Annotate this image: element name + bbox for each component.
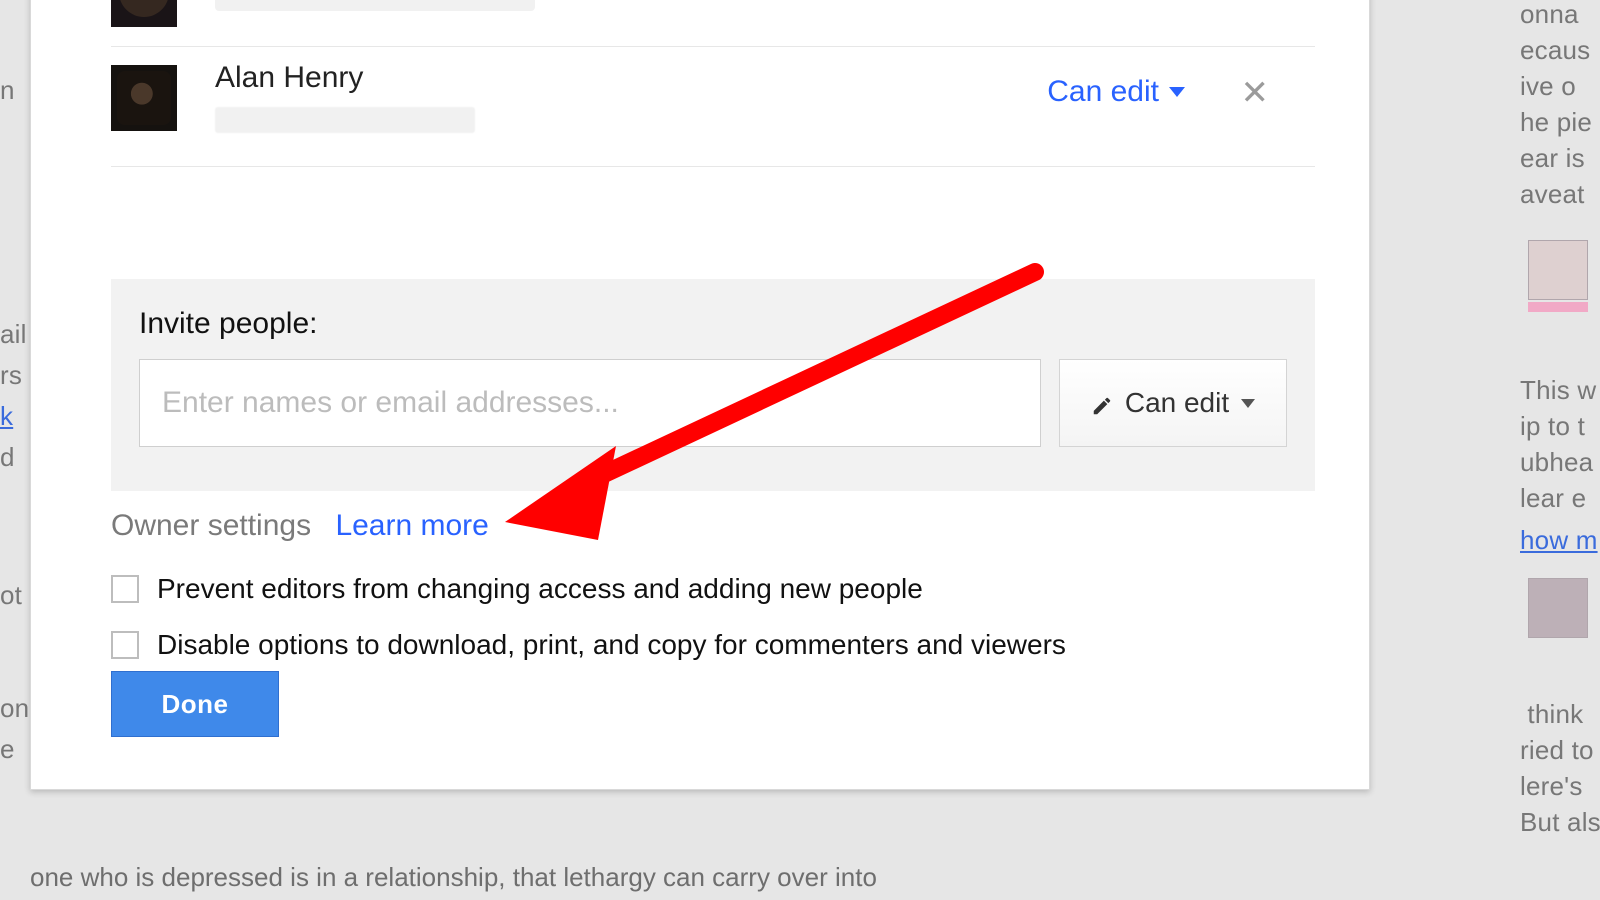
person-name: Alan Henry — [215, 61, 475, 95]
bg-text: ecaus — [1520, 30, 1590, 70]
checkbox-prevent-editors[interactable]: Prevent editors from changing access and… — [111, 573, 1315, 605]
bg-text: on — [0, 688, 29, 728]
bg-text: he pie — [1520, 102, 1592, 142]
bg-stripe — [1528, 302, 1588, 312]
permission-label: Can edit — [1047, 75, 1159, 109]
bg-thumbnail — [1528, 240, 1588, 300]
bg-text: aveat — [1520, 174, 1585, 214]
checkbox-label: Disable options to download, print, and … — [157, 629, 1066, 661]
caret-down-icon — [1241, 399, 1255, 408]
bg-text: e — [0, 729, 15, 769]
checkbox-disable-download[interactable]: Disable options to download, print, and … — [111, 629, 1315, 661]
bg-text: ot — [0, 575, 22, 615]
learn-more-link[interactable]: Learn more — [335, 509, 488, 542]
redacted-text — [215, 0, 535, 11]
person-row: Alan Henry Can edit ✕ — [111, 61, 1315, 167]
invite-input[interactable] — [139, 359, 1041, 447]
redacted-email — [215, 107, 475, 133]
pencil-icon — [1091, 392, 1113, 414]
bg-text: d — [0, 437, 15, 477]
bg-text: ubhea — [1520, 442, 1593, 482]
bg-text: ip to t — [1520, 406, 1585, 446]
bg-link[interactable]: how m — [1520, 520, 1598, 560]
avatar — [111, 0, 177, 27]
sharing-dialog: Alan Henry Can edit ✕ Invite people: Can… — [30, 0, 1370, 790]
owner-settings-heading: Owner settings Learn more — [111, 509, 1315, 543]
bg-text: lear e — [1520, 478, 1586, 518]
bg-link[interactable]: k — [0, 396, 13, 436]
bg-text: ried to — [1520, 730, 1594, 770]
bg-text: ive o — [1520, 66, 1576, 106]
bg-text: rs — [0, 355, 22, 395]
invite-label: Invite people: — [139, 307, 1287, 341]
checkbox-label: Prevent editors from changing access and… — [157, 573, 923, 605]
invite-panel: Invite people: Can edit — [111, 279, 1315, 491]
bg-text: n — [0, 70, 15, 110]
caret-down-icon — [1169, 87, 1185, 97]
bg-text: think — [1520, 694, 1583, 734]
invite-permission-dropdown[interactable]: Can edit — [1059, 359, 1287, 447]
invite-permission-label: Can edit — [1125, 387, 1229, 419]
bg-sentence: one who is depressed is in a relationshi… — [30, 862, 877, 893]
permission-dropdown[interactable]: Can edit — [1047, 75, 1185, 109]
bg-text: This w — [1520, 370, 1596, 410]
avatar — [111, 65, 177, 131]
bg-text: ail — [0, 314, 27, 354]
owner-settings: Owner settings Learn more Prevent editor… — [111, 509, 1315, 661]
bg-text: lere's — [1520, 766, 1583, 806]
bg-text: But als — [1520, 802, 1600, 842]
bg-text: ear is — [1520, 138, 1585, 178]
checkbox-icon — [111, 631, 139, 659]
done-button[interactable]: Done — [111, 671, 279, 737]
remove-person-button[interactable]: ✕ — [1241, 73, 1270, 113]
bg-thumbnail — [1528, 578, 1588, 638]
checkbox-icon — [111, 575, 139, 603]
